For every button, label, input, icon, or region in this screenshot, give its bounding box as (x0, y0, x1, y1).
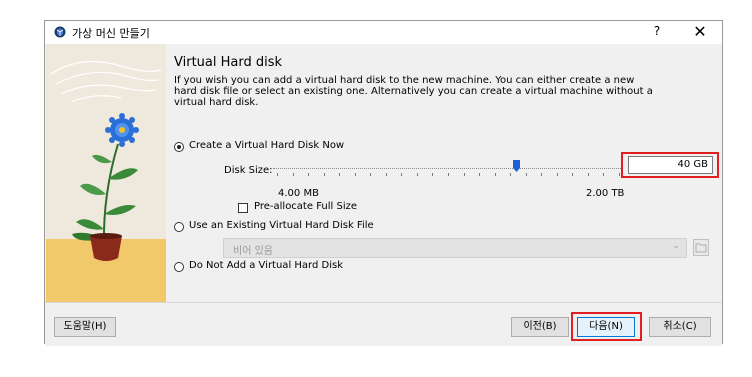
help-title-button[interactable]: ? (650, 24, 664, 38)
wizard-banner-image (46, 44, 166, 302)
cancel-button[interactable]: 취소(C) (649, 317, 711, 337)
help-button[interactable]: 도움말(H) (54, 317, 116, 337)
slider-tick (277, 173, 278, 176)
slider-tick (432, 173, 433, 176)
slider-tick (448, 173, 449, 176)
slider-tick (619, 173, 620, 176)
slider-tick (464, 173, 465, 176)
no-disk-label[interactable]: Do Not Add a Virtual Hard Disk (189, 260, 343, 271)
slider-tick (526, 173, 527, 176)
wizard-content: Virtual Hard disk If you wish you can ad… (173, 44, 719, 302)
slider-tick (479, 173, 480, 176)
slider-tick (370, 173, 371, 176)
folder-icon (695, 243, 707, 253)
slider-tick (572, 173, 573, 176)
plant-illustration (46, 44, 166, 302)
use-existing-label[interactable]: Use an Existing Virtual Hard Disk File (189, 220, 374, 231)
existing-disk-combo: 비어 있음 ⌄ (223, 238, 687, 258)
slider-tick (324, 173, 325, 176)
back-button[interactable]: 이전(B) (511, 317, 569, 337)
slider-thumb[interactable] (513, 160, 520, 172)
slider-tick (495, 173, 496, 176)
no-disk-radio[interactable] (174, 262, 184, 272)
slider-tick (588, 173, 589, 176)
page-title: Virtual Hard disk (174, 55, 283, 70)
preallocate-checkbox[interactable] (238, 203, 248, 213)
slider-tick (339, 173, 340, 176)
virtualbox-icon (54, 26, 66, 38)
preallocate-label[interactable]: Pre-allocate Full Size (254, 201, 357, 212)
slider-tick (308, 173, 309, 176)
choose-disk-button (693, 239, 709, 256)
slider-tick (355, 173, 356, 176)
window-title: 가상 머신 만들기 (72, 27, 150, 40)
slider-min-label: 4.00 MB (278, 188, 319, 199)
button-bar: 도움말(H) 이전(B) 다음(N) 취소(C) (45, 302, 722, 346)
close-button[interactable]: ✕ (692, 22, 708, 41)
create-new-radio[interactable] (174, 142, 184, 152)
slider-tick (557, 173, 558, 176)
combo-value: 비어 있음 (233, 246, 273, 257)
disk-size-label: Disk Size: (224, 165, 273, 176)
slider-tick (386, 173, 387, 176)
create-new-label[interactable]: Create a Virtual Hard Disk Now (189, 140, 344, 151)
slider-tick (541, 173, 542, 176)
create-vm-dialog: 가상 머신 만들기 ? ✕ Virtual Hard disk If you w… (44, 20, 723, 346)
use-existing-radio[interactable] (174, 222, 184, 232)
chevron-down-icon: ⌄ (672, 241, 680, 251)
slider-max-label: 2.00 TB (586, 188, 625, 199)
page-description: If you wish you can add a virtual hard d… (174, 75, 653, 108)
slider-tick (417, 173, 418, 176)
slider-track (273, 168, 623, 170)
slider-tick (603, 173, 604, 176)
slider-tick (401, 173, 402, 176)
title-bar: 가상 머신 만들기 ? ✕ (45, 21, 722, 44)
slider-tick (510, 173, 511, 176)
size-input-highlight (621, 152, 719, 178)
disk-size-slider[interactable] (273, 156, 623, 186)
slider-tick (293, 173, 294, 176)
next-button-highlight (571, 312, 642, 341)
